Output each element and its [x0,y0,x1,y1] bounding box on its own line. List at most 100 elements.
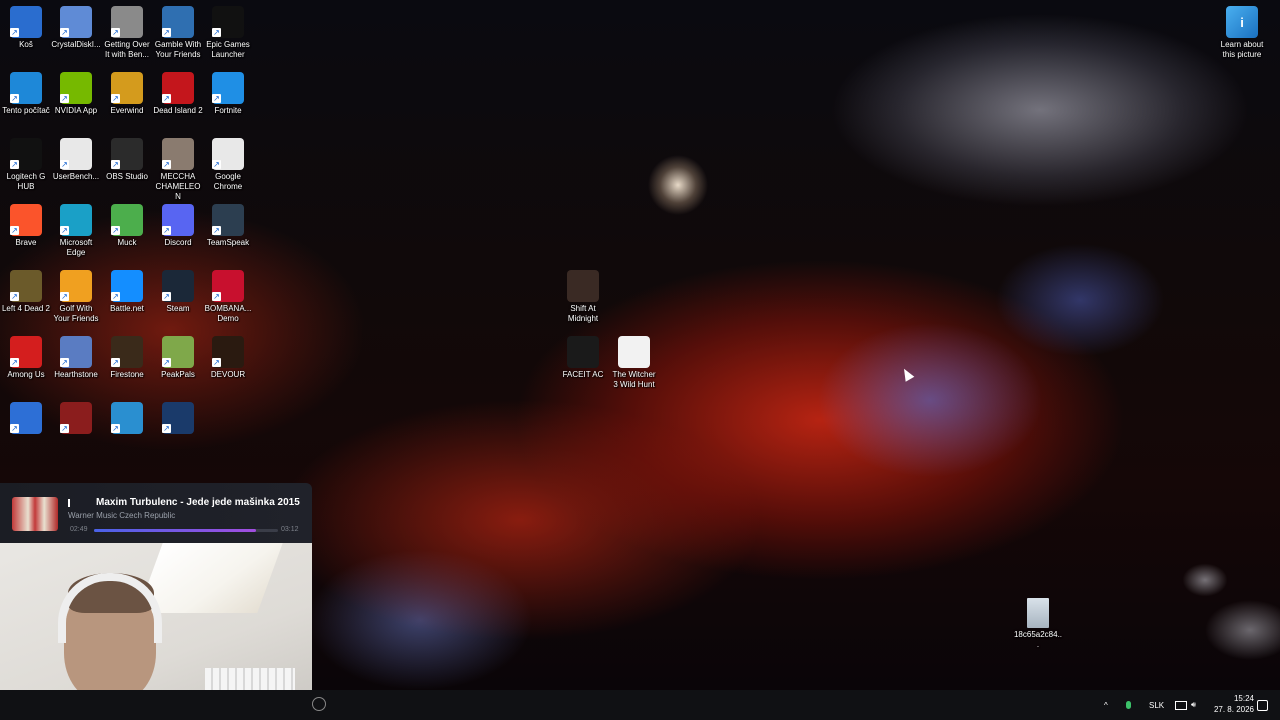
shortcut-arrow-icon: ↗ [10,424,19,433]
image-file-label: 18c65a2c84... [1013,630,1063,649]
desktop-shortcut-label: Gamble With Your Friends [154,40,202,59]
show-hidden-icons-button[interactable]: ^ [1104,690,1108,720]
desktop-shortcut[interactable]: ↗ Steam [153,270,203,314]
shortcut-arrow-icon: ↗ [212,160,221,169]
desktop-shortcut[interactable]: ↗ Fortnite [203,72,253,116]
desktop-shortcut-label: BOMBANA... Demo [204,304,252,323]
desktop-shortcut[interactable]: ↗ [102,402,152,436]
playback-progress-bar[interactable] [94,529,278,532]
learn-about-picture-shortcut[interactable]: i Learn about this picture [1217,6,1267,60]
desktop-shortcut-label: Getting Over It with Ben... [104,40,150,59]
shortcut-arrow-icon: ↗ [111,160,120,169]
desktop-shortcut[interactable]: ↗ Everwind [102,72,152,116]
desktop-shortcut-label: MECCHA CHAMELEON [155,172,201,201]
shortcut-arrow-icon: ↗ [162,94,171,103]
clock-date: 27. 8. 2026 [1213,705,1254,714]
shortcut-arrow-icon: ↗ [60,292,69,301]
shortcut-arrow-icon: ↗ [10,358,19,367]
shortcut-arrow-icon: ↗ [10,94,19,103]
desktop-shortcut[interactable]: ↗ MECCHA CHAMELEON [153,138,203,202]
desktop-shortcut[interactable]: ↗ Tento počítač [1,72,51,116]
desktop-shortcut[interactable]: ↗ [153,402,203,436]
desktop-shortcut[interactable]: ↗ [51,402,101,436]
taskbar-clock[interactable]: 15:24 27. 8. 2026 [1206,693,1254,715]
language-indicator[interactable]: SLK [1149,690,1164,720]
desktop-shortcut[interactable]: ↗ Firestone [102,336,152,380]
desktop-shortcut[interactable]: ↗ Muck [102,204,152,248]
desktop-shortcut[interactable]: ↗ Google Chrome [203,138,253,192]
desktop-shortcut-label: Muck [117,238,137,247]
desktop-shortcut-label: Golf With Your Friends [53,304,99,323]
shortcut-arrow-icon: ↗ [111,28,120,37]
desktop-shortcut[interactable]: ↗ Hearthstone [51,336,101,380]
desktop-shortcut-label: Brave [15,238,37,247]
faceit-icon [567,336,599,368]
shortcut-arrow-icon: ↗ [162,226,171,235]
shortcut-arrow-icon: ↗ [162,358,171,367]
desktop-shortcut-label: Discord [164,238,192,247]
desktop-shortcut[interactable]: Shift At Midnight [558,270,608,324]
shortcut-arrow-icon: ↗ [162,292,171,301]
desktop-shortcut[interactable]: ↗ Battle.net [102,270,152,314]
desktop-shortcut[interactable]: ↗ Microsoft Edge [51,204,101,258]
desktop-shortcut[interactable]: ↗ Koš [1,6,51,50]
desktop-shortcut-label: NVIDIA App [54,106,98,115]
shortcut-arrow-icon: ↗ [60,358,69,367]
desktop-shortcut[interactable]: ↗ OBS Studio [102,138,152,182]
desktop-shortcut[interactable]: ↗ NVIDIA App [51,72,101,116]
desktop-shortcut-label: TeamSpeak [206,238,250,247]
notification-center-icon[interactable] [1257,690,1268,720]
desktop-shortcut[interactable]: ↗ Left 4 Dead 2 [1,270,51,314]
shortcut-arrow-icon: ↗ [162,424,171,433]
shortcut-arrow-icon: ↗ [212,292,221,301]
shortcut-arrow-icon: ↗ [212,226,221,235]
desktop-shortcut[interactable]: ↗ DEVOUR [203,336,253,380]
desktop-shortcut[interactable]: ↗ Logitech G HUB [1,138,51,192]
desktop-shortcut[interactable]: ↗ Brave [1,204,51,248]
shortcut-arrow-icon: ↗ [10,292,19,301]
desktop-shortcut[interactable]: The Witcher 3 Wild Hunt [609,336,659,390]
desktop-shortcut-label: The Witcher 3 Wild Hunt [612,370,656,389]
desktop-shortcut[interactable]: ↗ Getting Over It with Ben... [102,6,152,60]
desktop-shortcut[interactable]: FACEIT AC [558,336,608,380]
desktop-shortcut[interactable]: ↗ Dead Island 2 [153,72,203,116]
desktop-shortcut-label: Dead Island 2 [153,106,203,115]
desktop-shortcut[interactable]: ↗ Golf With Your Friends [51,270,101,324]
shortcut-arrow-icon: ↗ [111,358,120,367]
desktop-shortcut[interactable]: ↗ Gamble With Your Friends [153,6,203,60]
desktop-shortcut-label: Google Chrome [213,172,243,191]
desktop-shortcut-label: OBS Studio [106,172,148,181]
volume-icon[interactable]: 🔊︎ [1191,690,1196,720]
desktop-shortcut[interactable]: ↗ Epic Games Launcher [203,6,253,60]
desktop-shortcut[interactable]: ↗ CrystalDiskI... [51,6,101,50]
shortcut-arrow-icon: ↗ [60,94,69,103]
desktop-shortcut[interactable]: ↗ UserBench... [51,138,101,182]
image-file-icon [1027,598,1049,628]
desktop-shortcut[interactable]: ↗ PeakPals [153,336,203,380]
shortcut-arrow-icon: ↗ [111,292,120,301]
pause-icon[interactable] [68,499,70,507]
network-icon[interactable] [1175,690,1187,720]
shortcut-arrow-icon: ↗ [111,424,120,433]
info-picture-icon: i [1226,6,1258,38]
desktop-shortcut[interactable]: ↗ Discord [153,204,203,248]
chevron-up-icon: ^ [1104,700,1108,710]
desktop-shortcut-label: Logitech G HUB [6,172,46,191]
image-file-shortcut[interactable]: 18c65a2c84... [1013,598,1063,650]
desktop-shortcut[interactable]: ↗ BOMBANA... Demo [203,270,253,324]
desktop-shortcut-label: CrystalDiskI... [51,40,101,49]
desktop-shortcut-label: FACEIT AC [562,370,604,379]
desktop-shortcut-label: Left 4 Dead 2 [1,304,51,313]
desktop-shortcut-label: Fortnite [214,106,242,115]
shortcut-arrow-icon: ↗ [60,160,69,169]
elapsed-time: 02:49 [70,526,88,533]
desktop-shortcut[interactable]: ↗ TeamSpeak [203,204,253,248]
now-playing-notification[interactable]: Maxim Turbulenc - Jede jede mašinka 2015… [0,483,312,543]
microphone-icon[interactable] [1126,690,1131,720]
shortcut-arrow-icon: ↗ [111,226,120,235]
desktop-shortcut[interactable]: ↗ Among Us [1,336,51,380]
album-art [12,497,58,531]
taskbar-app-icon[interactable] [312,697,326,711]
desktop-shortcut[interactable]: ↗ [1,402,51,436]
shortcut-arrow-icon: ↗ [10,160,19,169]
